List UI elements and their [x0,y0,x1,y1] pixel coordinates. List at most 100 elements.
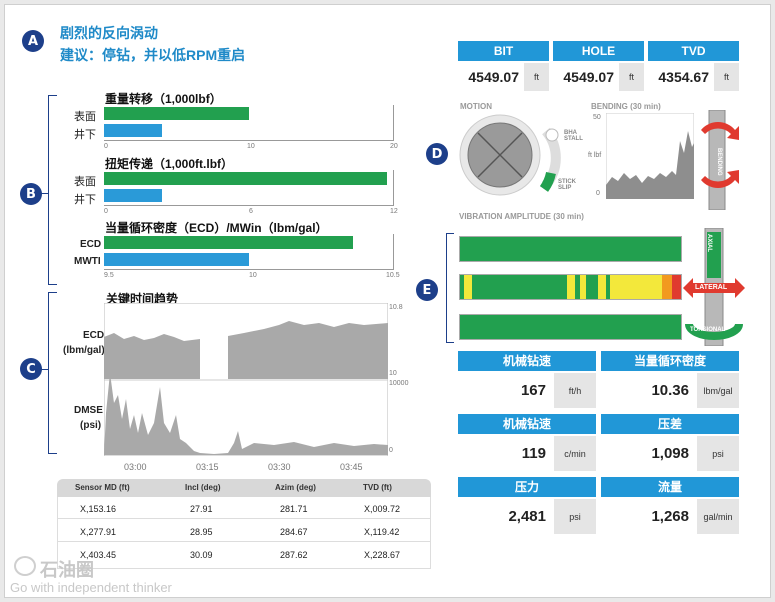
metric-unit: ft/h [554,373,596,408]
axial-label: AXIAL [706,234,712,252]
metric-label: 压差 [601,414,739,434]
sensor-table-body: X,153.16 27.91 281.71 X,009.72 X,277.91 … [57,497,431,569]
time-tick-2: 03:15 [196,462,219,472]
ecd-tick-max: 10.5 [386,272,400,279]
metric-panel-pressure: 压力 2,481 psi [458,477,596,535]
trend-dmse-unit: (psi) [80,420,102,431]
weight-tick-max: 20 [390,143,398,150]
motion-indicator [545,128,559,142]
depth-panel-bit: BIT 4549.07 ft [458,41,549,92]
ecd-bar [104,236,354,249]
vibration-torsional-bar [459,314,682,340]
table-cell: 284.67 [280,527,308,537]
bending-tick-bottom: 0 [596,190,600,197]
table-row: X,403.45 30.09 287.62 X,228.67 [58,543,430,565]
recommendation-text: 建议：停钻，并以低RPM重启 [60,47,246,63]
lateral-segment-yellow [580,275,586,299]
depth-unit: ft [524,63,549,91]
depth-value: 4549.07 [553,63,617,91]
mwti-bar [104,253,249,266]
depth-label: HOLE [553,41,644,61]
metric-value: 2,481 [458,499,552,534]
vibration-axial-bar [459,236,682,262]
torque-tick-mid: 6 [249,208,253,215]
depth-panel-hole: HOLE 4549.07 ft [553,41,644,92]
metric-unit: c/min [554,436,596,471]
metric-value: 10.36 [601,373,695,408]
motion-label: MOTION [460,102,492,111]
metric-unit: psi [554,499,596,534]
metric-unit: lbm/gal [697,373,739,408]
metric-label: 机械钻速 [458,351,596,371]
ecd-tick-mid: 10 [249,272,257,279]
badge-c: C [20,358,42,380]
table-cell: X,228.67 [364,550,401,560]
torque-surface-label: 表面 [74,176,96,188]
depth-unit: ft [714,63,739,91]
weight-tick-0: 0 [104,143,108,150]
lateral-segment-orange [662,275,672,299]
watermark-tagline: Go with independent thinker [10,580,172,595]
lateral-label: LATERAL [695,284,728,291]
metric-label: 当量循环密度 [601,351,739,371]
time-tick-3: 03:30 [268,462,291,472]
metric-unit: psi [697,436,739,471]
col-sensor-md: Sensor MD (ft) [75,483,130,492]
section-c-bracket [48,292,57,454]
bending-chart [606,113,694,199]
trend-ecd-unit: (lbm/gal) [63,345,105,356]
table-cell: 30.09 [190,550,213,560]
trend-dmse-tick-top: 10000 [389,380,409,387]
metric-value: 1,268 [601,499,695,534]
metric-label: 压力 [458,477,596,497]
col-azim: Azim (deg) [275,483,316,492]
col-incl: Incl (deg) [185,483,221,492]
torque-surface-bar [104,172,387,185]
depth-value: 4354.67 [648,63,712,91]
ecd-tick-min: 9.5 [104,272,114,279]
table-cell: 287.62 [280,550,308,560]
metric-value: 119 [458,436,552,471]
weight-downhole-bar [104,124,162,137]
metric-panel-flow: 流量 1,268 gal/min [601,477,739,535]
trend-dmse-tick-bottom: 0 [389,447,393,454]
col-tvd: TVD (ft) [363,483,392,492]
motion-arc-stickslip [539,171,556,192]
badge-a: A [22,30,44,52]
torque-tick-max: 12 [390,208,398,215]
ecd-label: ECD [80,239,102,250]
metric-panel-rop-2: 机械钻速 119 c/min [458,414,596,472]
metric-panel-ecd: 当量循环密度 10.36 lbm/gal [601,351,739,409]
lateral-segment-yellow [567,275,575,299]
table-cell: 27.91 [190,504,213,514]
torque-downhole-bar [104,189,162,202]
torque-tick-0: 0 [104,208,108,215]
weight-tick-mid: 10 [247,143,255,150]
weight-downhole-label: 井下 [74,129,96,141]
badge-d: D [426,143,448,165]
mwti-label: MWTI [74,256,101,267]
metric-value: 1,098 [601,436,695,471]
trend-chart [104,303,388,456]
table-row: X,277.91 28.95 284.67 X,119.42 [58,520,430,542]
lateral-segment-yellow [610,275,662,299]
bending-tick-unit: ft lbf [588,152,602,159]
sensor-table-header: Sensor MD (ft) Incl (deg) Azim (deg) TVD… [57,479,431,497]
badge-e: E [416,279,438,301]
metric-label: 机械钻速 [458,414,596,434]
trend-ecd-tick-bottom: 10 [389,370,397,377]
metric-panel-diff-pressure: 压差 1,098 psi [601,414,739,472]
gauge-stall-label: BHA STALL [564,130,583,142]
depth-label: TVD [648,41,739,61]
table-cell: X,119.42 [364,527,400,537]
torque-downhole-label: 井下 [74,194,96,206]
trend-ecd-tick-top: 10.8 [389,304,403,311]
depth-panel-tvd: TVD 4354.67 ft [648,41,739,92]
section-e-bracket [446,233,454,343]
depth-label: BIT [458,41,549,61]
weight-chart [104,105,394,141]
metric-panel-rop: 机械钻速 167 ft/h [458,351,596,409]
badge-b: B [20,183,42,205]
bending-label: BENDING (30 min) [591,102,661,111]
torque-chart [104,170,394,206]
